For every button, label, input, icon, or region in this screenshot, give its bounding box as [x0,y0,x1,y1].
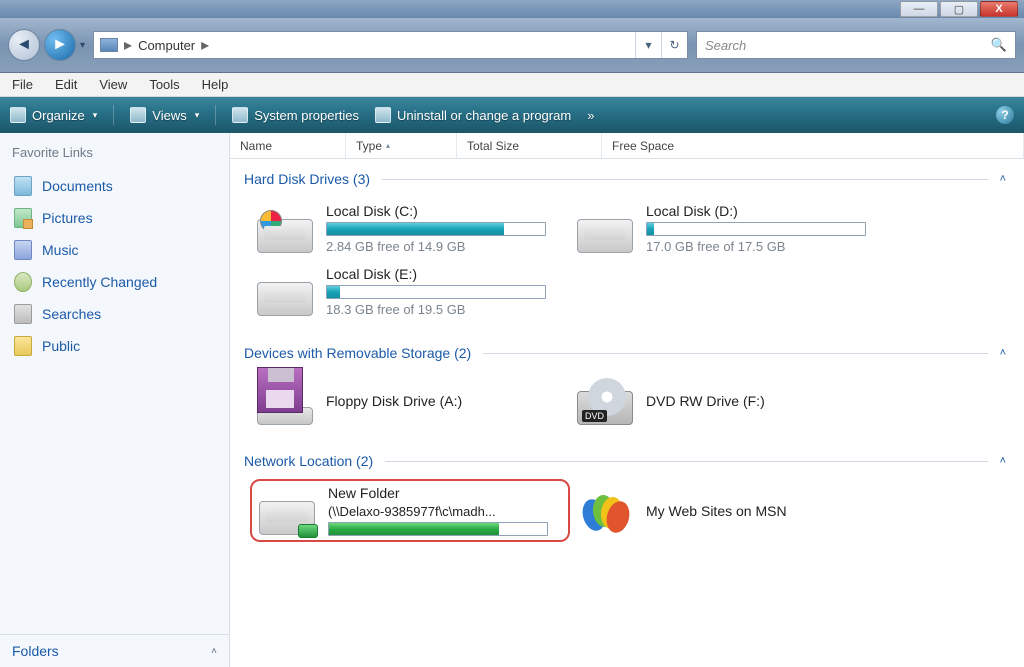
collapse-icon[interactable]: ˄ [996,455,1010,467]
body: Favorite Links Documents Pictures Music … [0,133,1024,667]
link-public[interactable]: Public [12,330,217,362]
address-bar[interactable]: ▸ Computer ▸ ▾ ↻ [93,31,688,59]
folders-toggle[interactable]: Folders ˄ [0,634,229,667]
views-button[interactable]: Views [130,107,199,123]
maximize-button[interactable]: ▢ [940,1,978,17]
forward-button[interactable]: ► [44,29,76,61]
link-recently-changed[interactable]: Recently Changed [12,266,217,298]
uninstall-icon [375,107,391,123]
group-network: Network Location (2) ˄ New Folder (\\Del… [230,441,1024,552]
views-icon [130,107,146,123]
searches-icon [14,304,32,324]
hdd-icon [257,282,313,316]
msn-icon [583,495,627,535]
collapse-icon[interactable]: ˄ [996,347,1010,359]
documents-icon [14,176,32,196]
navigation-bar: ◄ ► ▾ ▸ Computer ▸ ▾ ↻ Search 🔍 [0,18,1024,73]
drive-e[interactable]: Local Disk (E:) 18.3 GB free of 19.5 GB [250,260,570,323]
link-pictures[interactable]: Pictures [12,202,217,234]
public-icon [14,336,32,356]
col-name[interactable]: Name [230,133,346,158]
help-button[interactable]: ? [996,106,1014,124]
menu-view[interactable]: View [99,77,127,92]
dvd-icon [577,391,633,425]
titlebar: — ▢ X [0,0,1024,18]
explorer-window: — ▢ X ◄ ► ▾ ▸ Computer ▸ ▾ ↻ Search 🔍 Fi… [0,0,1024,667]
col-type[interactable]: Type [346,133,457,158]
breadcrumb-location[interactable]: Computer [138,38,195,53]
menu-bar: File Edit View Tools Help [0,73,1024,97]
cmd-sep [113,105,114,125]
cmd-sep [215,105,216,125]
usage-bar [646,222,866,236]
system-properties-button[interactable]: System properties [232,107,359,123]
group-header-hdd[interactable]: Hard Disk Drives (3) ˄ [244,167,1010,191]
link-documents[interactable]: Documents [12,170,217,202]
group-header-removable[interactable]: Devices with Removable Storage (2) ˄ [244,341,1010,365]
search-input[interactable]: Search 🔍 [696,31,1016,59]
group-hard-disk: Hard Disk Drives (3) ˄ Local Disk (C:) 2… [230,159,1024,333]
drive-d[interactable]: Local Disk (D:) 17.0 GB free of 17.5 GB [570,197,890,260]
group-removable: Devices with Removable Storage (2) ˄ Flo… [230,333,1024,441]
more-commands-button[interactable]: » [587,108,594,123]
command-bar: Organize Views System properties Uninsta… [0,97,1024,133]
chevron-up-icon: ˄ [211,646,217,657]
network-drive-new-folder[interactable]: New Folder (\\Delaxo-9385977f\c\madh... [250,479,570,542]
recent-icon [14,272,32,292]
history-dropdown[interactable]: ▾ [80,40,85,51]
menu-edit[interactable]: Edit [55,77,77,92]
pictures-icon [14,208,32,228]
col-free-space[interactable]: Free Space [602,133,1024,158]
col-total-size[interactable]: Total Size [457,133,602,158]
content-pane: Name Type Total Size Free Space Hard Dis… [230,133,1024,667]
refresh-button[interactable]: ↻ [661,32,687,58]
collapse-icon[interactable]: ˄ [996,173,1010,185]
minimize-button[interactable]: — [900,1,938,17]
column-headers: Name Type Total Size Free Space [230,133,1024,159]
group-header-network[interactable]: Network Location (2) ˄ [244,449,1010,473]
hdd-icon [577,219,633,253]
drive-dvd[interactable]: DVD RW Drive (F:) [570,371,890,431]
drive-floppy[interactable]: Floppy Disk Drive (A:) [250,371,570,431]
link-searches[interactable]: Searches [12,298,217,330]
drive-c[interactable]: Local Disk (C:) 2.84 GB free of 14.9 GB [250,197,570,260]
organize-icon [10,107,26,123]
hdd-icon [257,219,313,253]
network-msn[interactable]: My Web Sites on MSN [570,479,890,542]
uninstall-program-button[interactable]: Uninstall or change a program [375,107,571,123]
address-actions: ▾ ↻ [635,32,687,58]
menu-tools[interactable]: Tools [149,77,179,92]
sysprops-icon [232,107,248,123]
floppy-icon [257,367,313,425]
favorite-links-header: Favorite Links [12,145,217,160]
sidebar: Favorite Links Documents Pictures Music … [0,133,230,667]
breadcrumb-sep: ▸ [124,35,132,55]
breadcrumb-sep[interactable]: ▸ [201,35,209,55]
usage-bar [326,285,546,299]
link-music[interactable]: Music [12,234,217,266]
computer-icon [100,38,118,52]
back-button[interactable]: ◄ [8,29,40,61]
network-drive-icon [259,501,315,535]
organize-button[interactable]: Organize [10,107,97,123]
usage-bar [328,522,548,536]
address-dropdown[interactable]: ▾ [635,32,661,58]
search-placeholder: Search [705,38,746,53]
music-icon [14,240,32,260]
usage-bar [326,222,546,236]
menu-file[interactable]: File [12,77,33,92]
search-icon[interactable]: 🔍 [991,37,1007,53]
close-button[interactable]: X [980,1,1018,17]
menu-help[interactable]: Help [202,77,229,92]
